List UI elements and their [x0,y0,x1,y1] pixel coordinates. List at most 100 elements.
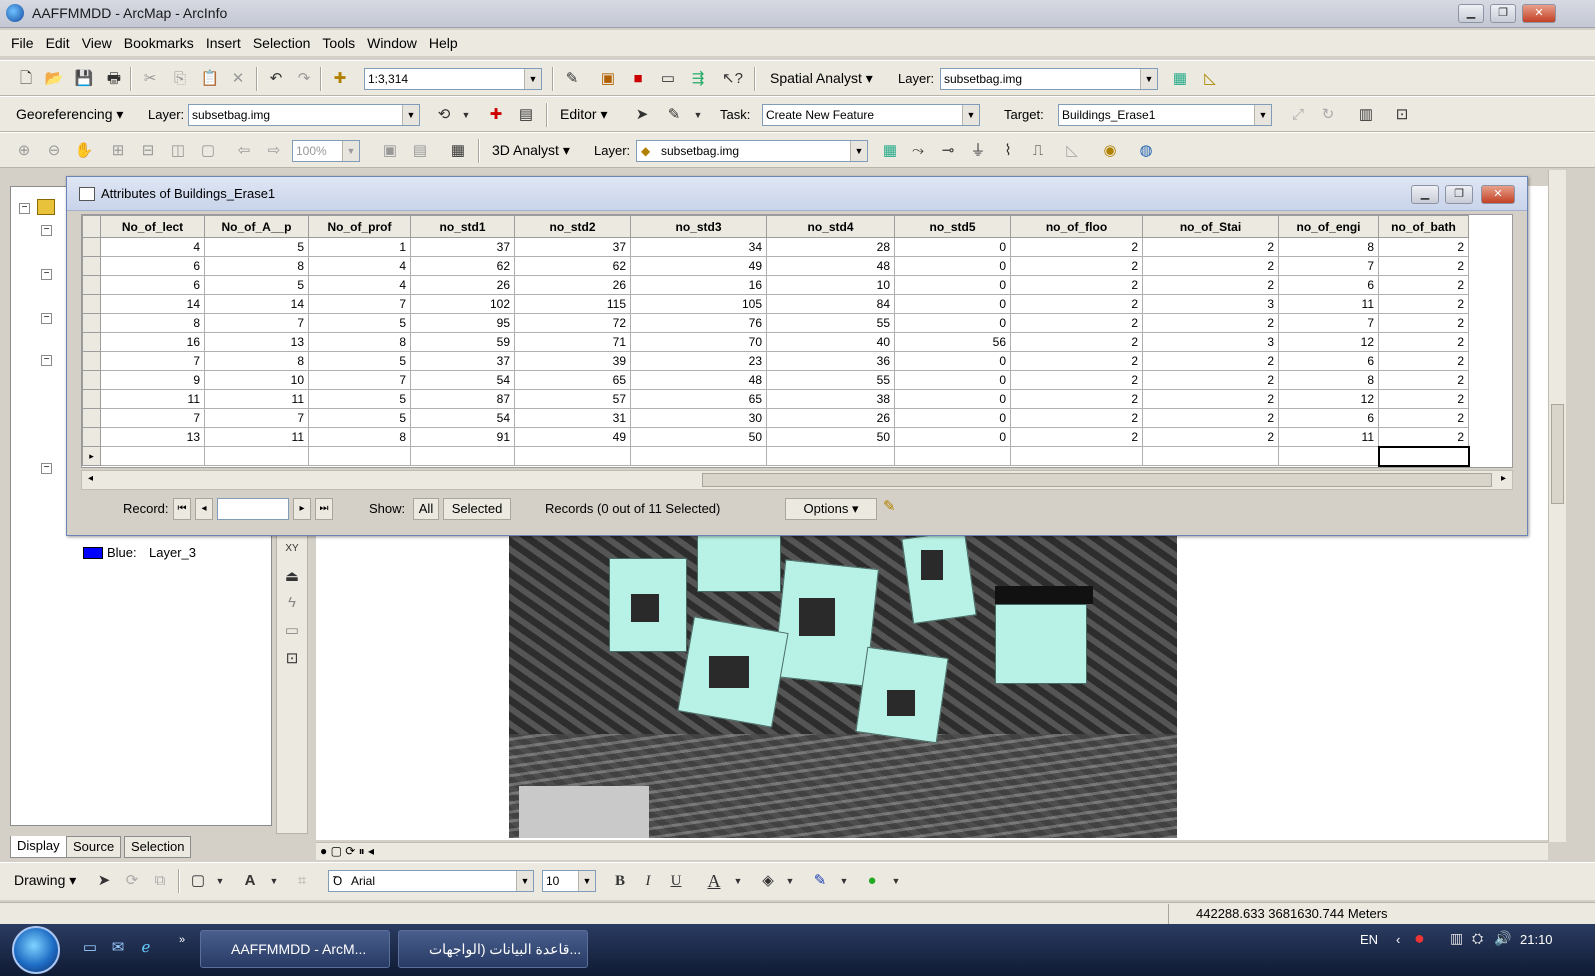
attr-close-button[interactable]: ✕ [1481,185,1515,204]
table-cell[interactable]: 16 [100,332,205,352]
previous-record-icon[interactable]: ◂ [195,498,213,520]
row-selector[interactable] [82,237,101,257]
table-row[interactable]: 7 7 5 54 31 30 26 0 2 2 6 2 [82,408,1469,428]
table-cell[interactable]: 2 [1378,408,1469,428]
data-view-icon[interactable]: ● ▢ ⟳ ⏸ ◂ [320,844,374,859]
table-row[interactable]: 4 5 1 37 37 34 28 0 2 2 8 2 [82,237,1469,257]
interpolate-line-icon[interactable]: ⌇ [998,141,1018,161]
table-cell[interactable]: 39 [514,351,631,371]
table-cell[interactable]: 11 [100,389,205,409]
column-header[interactable]: No_of_lect [100,215,205,238]
profile-graph-icon[interactable]: ◺ [1062,141,1082,161]
network-icon[interactable]: ▥ [1450,930,1463,947]
internet-explorer-icon[interactable]: ℯ [136,938,156,958]
zoom-percent-combo[interactable]: 100% ▼ [292,140,360,162]
table-cell[interactable]: 72 [514,313,631,333]
new-document-icon[interactable]: 🗋 [16,69,36,89]
column-header[interactable]: no_std3 [630,215,767,238]
table-cell[interactable]: 2 [1010,408,1143,428]
table-cell[interactable]: 6 [100,256,205,276]
column-header[interactable]: no_std2 [514,215,631,238]
table-cell[interactable]: 16 [630,275,767,295]
interpolate-polygon-icon[interactable]: ⎍ [1028,141,1048,161]
whats-this-icon[interactable]: ↖? [722,69,743,89]
table-cell[interactable]: 2 [1142,256,1279,276]
menu-window[interactable]: Window [360,30,422,51]
column-header[interactable]: no_of_floo [1010,215,1143,238]
more-quicklaunch-icon[interactable]: » [172,930,192,950]
table-cell[interactable] [630,446,767,466]
table-cell[interactable]: 76 [630,313,767,333]
toggle-draft-icon[interactable]: ▣ [380,141,400,161]
marker-color-icon[interactable]: ● [862,871,882,891]
table-cell[interactable]: 2 [1010,294,1143,314]
underline-button[interactable]: U [666,871,686,891]
table-cell[interactable]: 6 [1278,408,1379,428]
menu-selection[interactable]: Selection [246,30,316,51]
building-polygon[interactable] [697,534,781,592]
next-record-icon[interactable]: ▸ [293,498,311,520]
interpolate-point-icon[interactable]: ⏚ [968,141,988,161]
table-cell[interactable]: 2 [1378,275,1469,295]
table-cell[interactable]: 2 [1142,427,1279,447]
forward-extent-icon[interactable]: ⇨ [264,141,284,161]
table-cell[interactable]: 38 [766,389,895,409]
table-cell[interactable]: 70 [630,332,767,352]
table-cell[interactable]: 49 [514,427,631,447]
table-cell[interactable]: 8 [204,351,309,371]
table-cell[interactable]: 115 [514,294,631,314]
row-selector[interactable] [82,313,101,333]
show-desktop-icon[interactable]: ▭ [80,938,100,958]
table-cell[interactable]: 4 [308,256,411,276]
table-cell[interactable]: 26 [410,275,515,295]
last-record-icon[interactable]: ⏭ [315,498,333,520]
table-cell[interactable]: 5 [308,351,411,371]
table-cell[interactable]: 12 [1278,389,1379,409]
column-header[interactable]: no_std1 [410,215,515,238]
language-indicator[interactable]: EN [1360,932,1378,947]
building-polygon[interactable] [995,604,1087,684]
row-selector[interactable] [82,408,101,428]
table-cell[interactable]: 54 [410,370,515,390]
table-cell[interactable]: 0 [894,389,1011,409]
table-cell[interactable]: 2 [1010,313,1143,333]
table-cell[interactable]: 2 [1378,427,1469,447]
table-cell[interactable]: 59 [410,332,515,352]
table-cell[interactable]: 0 [894,237,1011,257]
table-cell[interactable] [100,446,205,466]
column-header[interactable]: No_of_A__p [204,215,309,238]
command-line-icon[interactable]: ▭ [658,69,678,89]
chevron-down-icon[interactable]: ▼ [728,871,748,891]
back-extent-icon[interactable]: ⇦ [234,141,254,161]
table-cell[interactable]: 7 [1278,313,1379,333]
table-cell[interactable]: 2 [1010,275,1143,295]
table-cell[interactable]: 2 [1142,389,1279,409]
chevron-down-icon[interactable]: ▼ [264,871,284,891]
table-cell[interactable] [766,446,895,466]
collapse-icon[interactable]: − [41,463,52,474]
table-cell[interactable]: 4 [308,275,411,295]
table-cell[interactable]: 7 [1278,256,1379,276]
show-all-button[interactable]: All [413,498,439,520]
table-cell[interactable]: 2 [1378,294,1469,314]
fixed-zoom-out-icon[interactable]: ⊟ [138,141,158,161]
options-button[interactable]: Options ▾ [785,498,877,520]
outlook-icon[interactable]: ✉ [108,938,128,958]
table-cell[interactable]: 2 [1010,389,1143,409]
menu-bookmarks[interactable]: Bookmarks [117,30,199,51]
table-cell[interactable]: 7 [100,408,205,428]
table-cell[interactable]: 7 [100,351,205,371]
table-cell[interactable]: 10 [204,370,309,390]
table-cell[interactable]: 0 [894,256,1011,276]
table-row[interactable]: 8 7 5 95 72 76 55 0 2 2 7 2 [82,313,1469,333]
table-cell[interactable]: 1 [308,237,411,257]
chevron-down-icon[interactable]: ▼ [886,871,906,891]
rotate-element-icon[interactable]: ⟳ [122,871,142,891]
table-cell[interactable]: 50 [630,427,767,447]
column-header[interactable]: no_of_engi [1278,215,1379,238]
table-cell[interactable]: 50 [766,427,895,447]
table-row[interactable]: 6 8 4 62 62 49 48 0 2 2 7 2 [82,256,1469,276]
table-cell[interactable] [1278,446,1379,466]
sketch-properties-icon[interactable]: ⊡ [1392,105,1412,125]
table-cell[interactable]: 3 [1142,294,1279,314]
